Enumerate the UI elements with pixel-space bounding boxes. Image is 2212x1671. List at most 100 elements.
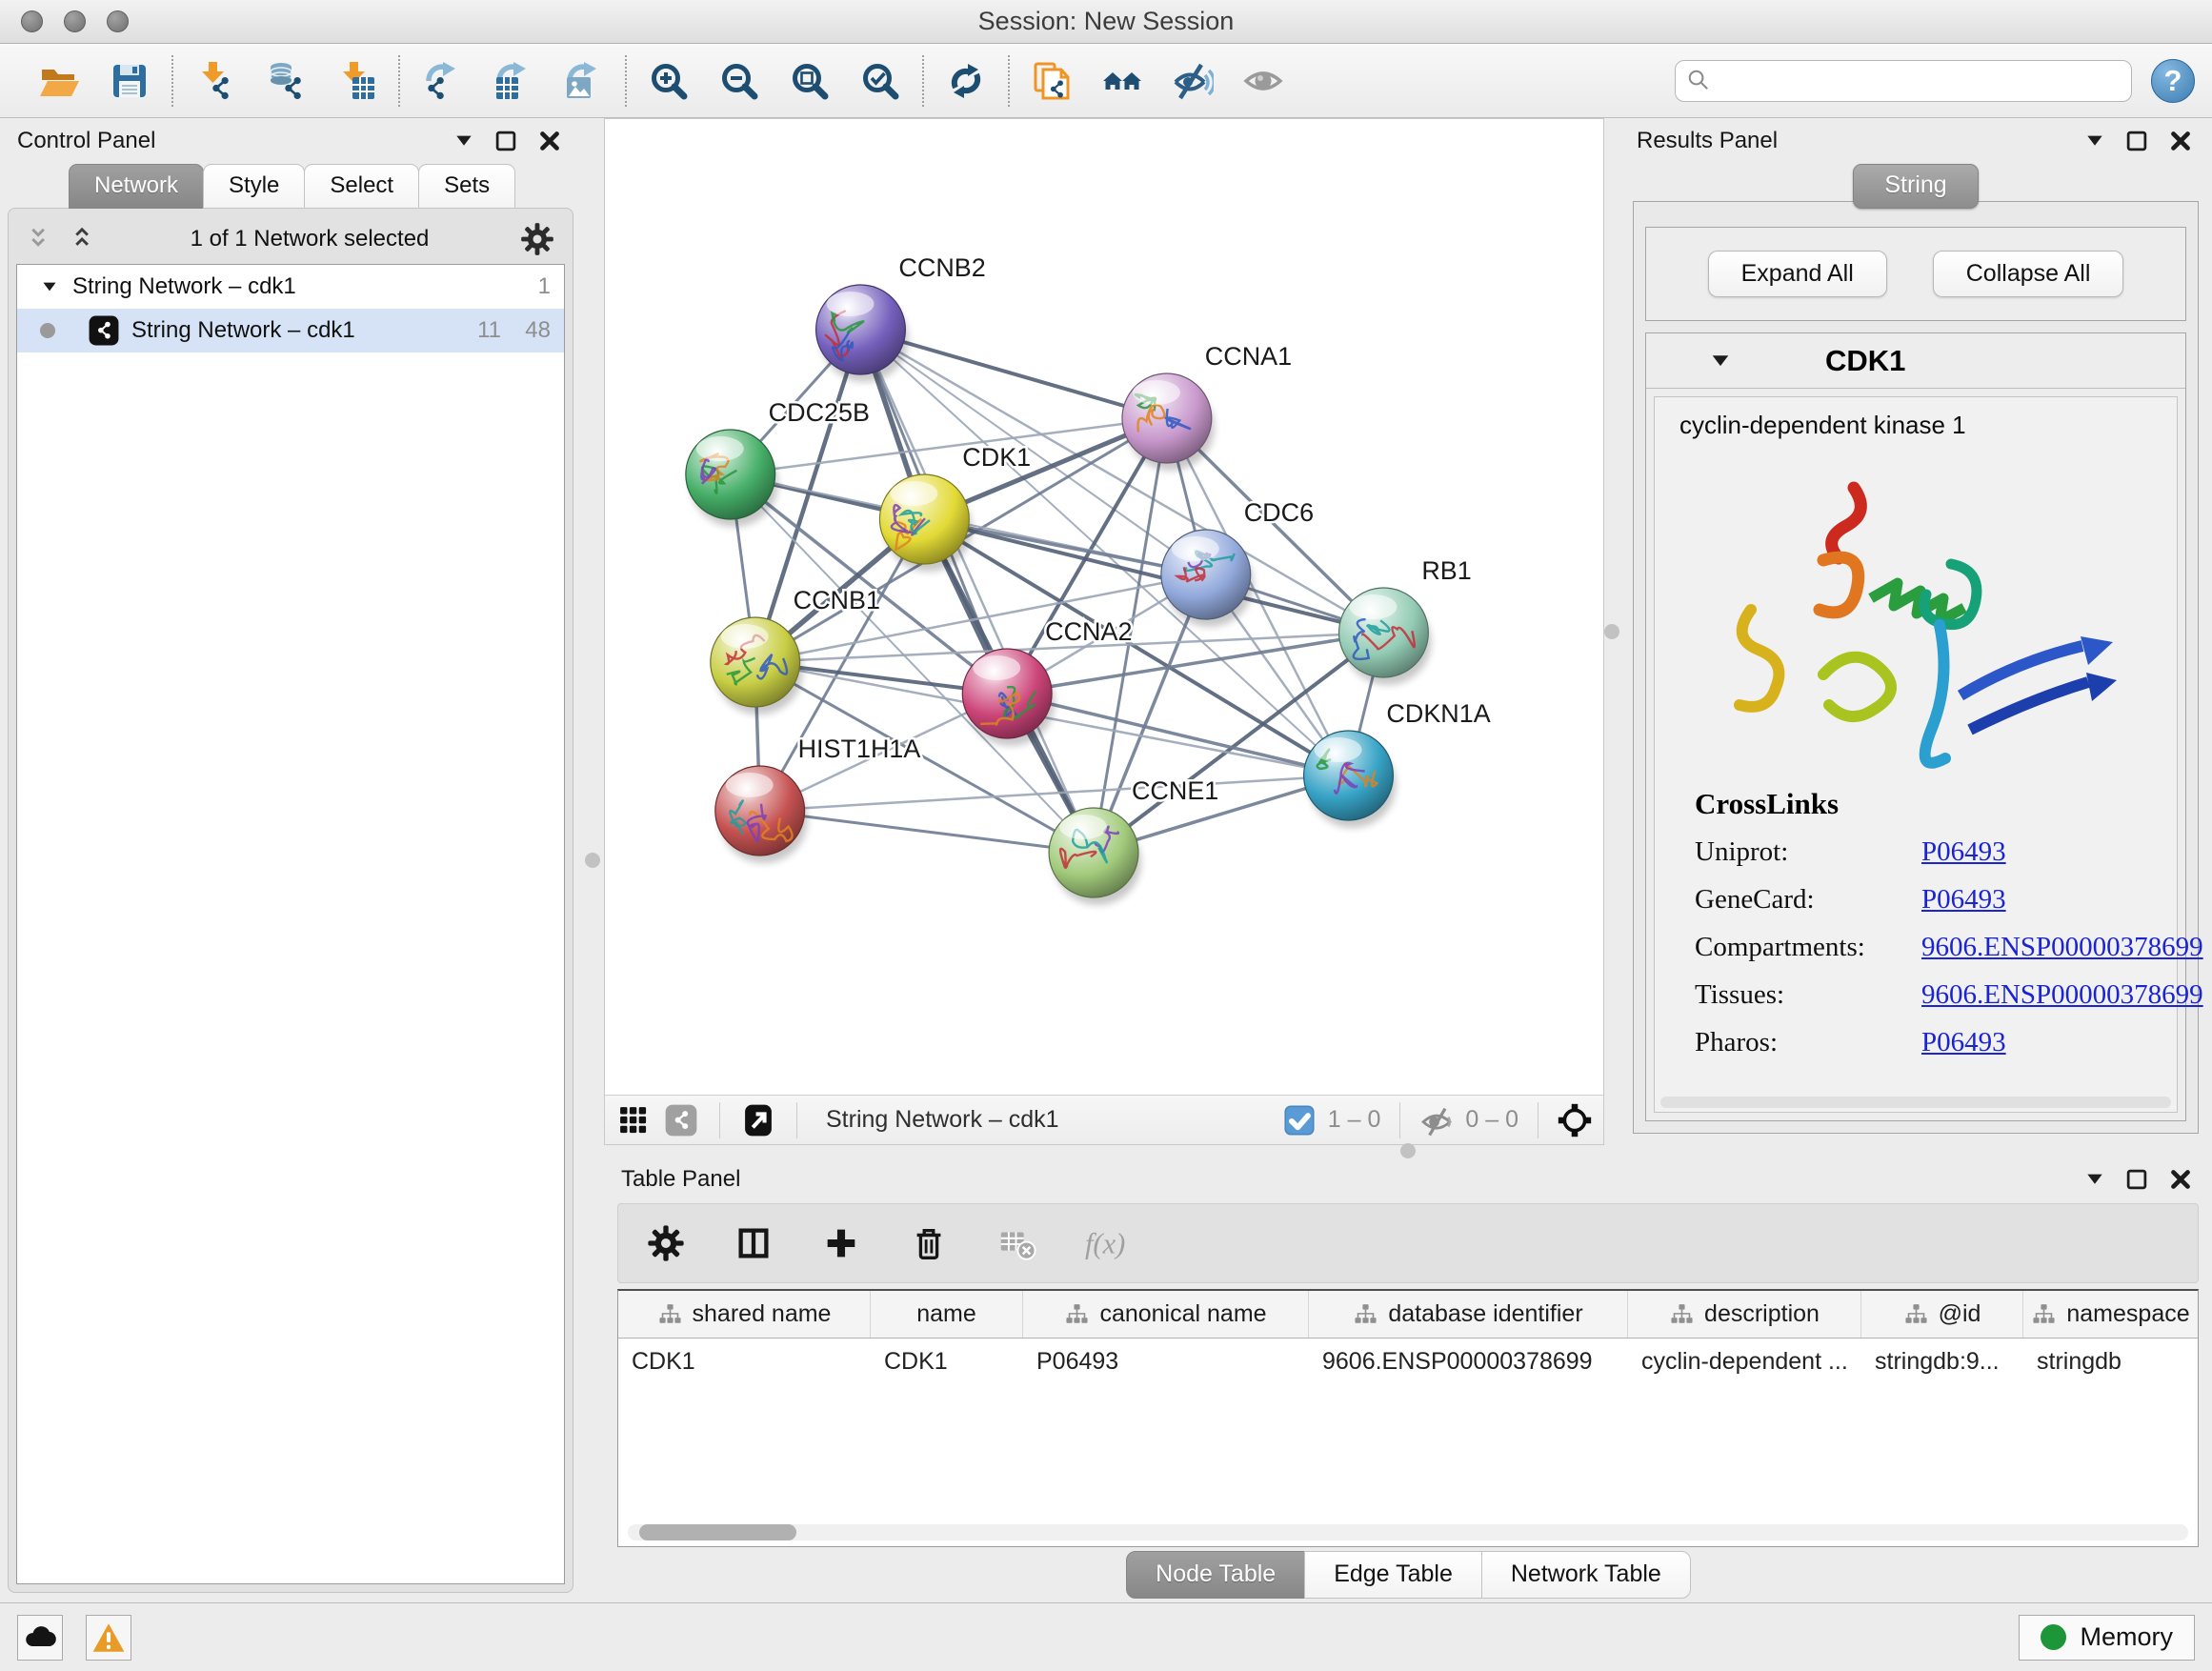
- gene-section-header[interactable]: CDK1: [1646, 333, 2185, 389]
- tab-network-table[interactable]: Network Table: [1481, 1551, 1691, 1599]
- crosslink-row: Uniprot:P06493: [1695, 836, 2177, 868]
- selected-nodes-checkbox[interactable]: [1282, 1103, 1317, 1137]
- share-document-button[interactable]: [1029, 58, 1075, 104]
- close-panel-icon[interactable]: [2166, 1165, 2195, 1194]
- column-label: description: [1704, 1300, 1820, 1328]
- birdseye-view-icon[interactable]: [741, 1103, 775, 1137]
- column-label: @id: [1939, 1300, 1981, 1328]
- export-network-button[interactable]: [419, 58, 465, 104]
- collapse-panel-icon[interactable]: [452, 129, 476, 153]
- left-splitter[interactable]: [581, 118, 604, 1602]
- float-panel-icon[interactable]: [2122, 1165, 2151, 1194]
- tab-sets[interactable]: Sets: [418, 164, 515, 209]
- zoom-fit-button[interactable]: [787, 58, 833, 104]
- scrollbar-thumb[interactable]: [639, 1524, 796, 1540]
- results-tab-string[interactable]: String: [1853, 164, 1978, 209]
- network-options-gear-icon[interactable]: [519, 221, 555, 257]
- column-header[interactable]: database identifier: [1309, 1291, 1628, 1338]
- expand-all-networks-icon[interactable]: [70, 224, 100, 254]
- crosslink-label: Uniprot:: [1695, 836, 1921, 868]
- export-table-button[interactable]: [490, 58, 535, 104]
- close-window-button[interactable]: [21, 10, 43, 32]
- network-canvas[interactable]: CCNB2CCNA1CDC25BCDK1CDC6RB1CCNB1CCNA2CDK…: [605, 119, 1603, 1095]
- network-status-dot: [40, 323, 55, 338]
- tab-network[interactable]: Network: [69, 164, 204, 209]
- zoom-selected-button[interactable]: [857, 58, 903, 104]
- column-header[interactable]: @id: [1861, 1291, 2023, 1338]
- crosslink-link[interactable]: P06493: [1921, 836, 2006, 868]
- import-database-button[interactable]: [263, 58, 309, 104]
- table-header-row: shared namenamecanonical namedatabase id…: [618, 1291, 2198, 1339]
- tab-edge-table[interactable]: Edge Table: [1304, 1551, 1482, 1599]
- refresh-button[interactable]: [943, 58, 989, 104]
- close-panel-icon[interactable]: [535, 127, 564, 155]
- close-panel-icon[interactable]: [2166, 127, 2195, 155]
- fit-selected-icon[interactable]: [1558, 1103, 1592, 1137]
- zoom-in-button[interactable]: [646, 58, 692, 104]
- grid-view-icon[interactable]: [616, 1103, 651, 1137]
- import-database-icon: [265, 60, 307, 102]
- network-tree-row[interactable]: String Network – cdk11148: [17, 309, 564, 352]
- network-share-icon[interactable]: [664, 1103, 698, 1137]
- table-row[interactable]: CDK1CDK1P064939606.ENSP00000378699cyclin…: [618, 1339, 2198, 1384]
- column-header[interactable]: name: [871, 1291, 1023, 1338]
- column-header[interactable]: namespace: [2023, 1291, 2198, 1338]
- save-button[interactable]: [107, 58, 152, 104]
- node-label: CCNB2: [898, 253, 985, 282]
- columns-button[interactable]: [731, 1220, 776, 1266]
- right-splitter[interactable]: [1604, 118, 1619, 1145]
- delete-table-button[interactable]: [994, 1220, 1039, 1266]
- cloud-icon: [23, 1620, 57, 1656]
- results-scrollbar[interactable]: [1660, 1097, 2171, 1108]
- control-panel-title: Control Panel: [17, 128, 155, 154]
- crosslink-link[interactable]: P06493: [1921, 884, 2006, 916]
- trash-icon: [909, 1223, 949, 1263]
- open-folder-button[interactable]: [36, 58, 82, 104]
- bottom-splitter[interactable]: [604, 1145, 2212, 1158]
- float-panel-icon[interactable]: [492, 127, 520, 155]
- add-button[interactable]: [818, 1220, 864, 1266]
- fx-button[interactable]: f(x): [1081, 1220, 1127, 1266]
- hidden-elements-icon[interactable]: [1419, 1103, 1454, 1137]
- collapse-section-icon[interactable]: [1707, 348, 1734, 374]
- crosslink-link[interactable]: 9606.ENSP00000378699: [1921, 932, 2203, 963]
- export-image-button[interactable]: [560, 58, 606, 104]
- float-panel-icon[interactable]: [2122, 127, 2151, 155]
- collapse-panel-icon[interactable]: [2082, 129, 2107, 153]
- search-box[interactable]: [1675, 60, 2132, 102]
- collapse-all-button[interactable]: Collapse All: [1933, 251, 2124, 297]
- expand-all-button[interactable]: Expand All: [1708, 251, 1887, 297]
- eye-hide-icon: [1172, 60, 1214, 102]
- trash-button[interactable]: [906, 1220, 952, 1266]
- tab-node-table[interactable]: Node Table: [1126, 1551, 1305, 1599]
- import-network-button[interactable]: [192, 58, 238, 104]
- eye-hide-button[interactable]: [1170, 58, 1216, 104]
- warnings-button[interactable]: [86, 1615, 131, 1661]
- column-header[interactable]: description: [1628, 1291, 1861, 1338]
- string-results-box: Expand All Collapse All CDK1 cyclin-depe…: [1633, 201, 2199, 1134]
- tab-select[interactable]: Select: [304, 164, 419, 209]
- search-input[interactable]: [1719, 68, 2122, 94]
- tree-expander-icon[interactable]: [38, 275, 61, 298]
- help-button[interactable]: ?: [2151, 59, 2195, 103]
- table-horizontal-scrollbar[interactable]: [628, 1524, 2188, 1540]
- zoom-out-button[interactable]: [716, 58, 762, 104]
- collapse-panel-icon[interactable]: [2082, 1167, 2107, 1192]
- column-header[interactable]: shared name: [618, 1291, 871, 1338]
- memory-button[interactable]: Memory: [2019, 1615, 2195, 1661]
- crosslink-link[interactable]: P06493: [1921, 1027, 2006, 1058]
- tab-style[interactable]: Style: [203, 164, 305, 209]
- collapse-all-networks-icon[interactable]: [26, 224, 56, 254]
- cloud-button[interactable]: [17, 1615, 63, 1661]
- maximize-window-button[interactable]: [107, 10, 129, 32]
- crosslink-link[interactable]: 9606.ENSP00000378699: [1921, 979, 2203, 1011]
- selected-counts: 1 – 0: [1328, 1106, 1381, 1134]
- eye-show-button[interactable]: [1240, 58, 1286, 104]
- network-tree-row[interactable]: String Network – cdk11: [17, 265, 564, 309]
- gear-button[interactable]: [643, 1220, 689, 1266]
- homes-button[interactable]: [1099, 58, 1145, 104]
- column-header[interactable]: canonical name: [1023, 1291, 1309, 1338]
- import-table-button[interactable]: [333, 58, 379, 104]
- minimize-window-button[interactable]: [64, 10, 86, 32]
- network-view-toolbar: String Network – cdk1 1 – 0 0 – 0: [605, 1095, 1603, 1144]
